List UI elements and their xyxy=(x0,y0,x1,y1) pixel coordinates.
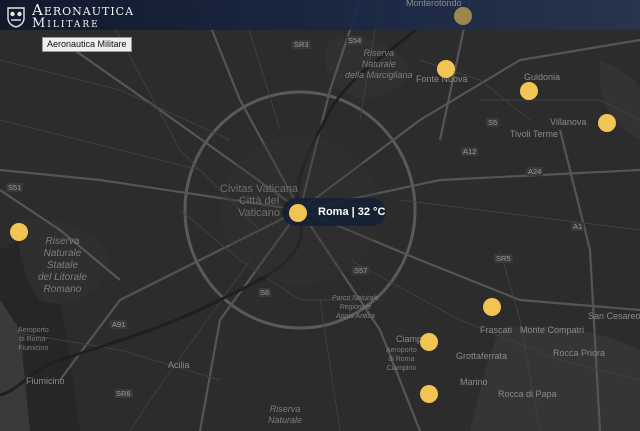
label-riserva-litorale: Riserva Naturale Statale del Litorale Ro… xyxy=(38,236,87,296)
label-monterotondo: Monterotondo xyxy=(406,0,462,8)
label-san-cesareo: San Cesareo xyxy=(588,311,640,321)
label-rocca-di-papa: Rocca di Papa xyxy=(498,389,557,399)
weather-marker-roma[interactable] xyxy=(289,204,307,222)
label-frascati: Frascati xyxy=(480,325,513,335)
road-sr5: A12 xyxy=(461,147,479,156)
label-grottaferrata: Grottaferrata xyxy=(456,351,508,361)
label-rocca-priora: Rocca Priora xyxy=(553,348,606,358)
weather-marker-frascati[interactable] xyxy=(483,298,501,316)
weather-map[interactable]: Aeronautica Militare Aeronautica Militar… xyxy=(0,0,640,431)
weather-marker-marino[interactable] xyxy=(420,385,438,403)
label-tivoli-terme: Tivoli Terme xyxy=(510,129,559,139)
road-s57: S57 xyxy=(352,266,370,275)
weather-marker-fonte-nuova[interactable] xyxy=(437,60,455,78)
crest-icon xyxy=(7,7,25,28)
label-monte-compatri: Monte Compatri xyxy=(520,325,585,335)
road-a12: A91 xyxy=(110,320,128,329)
label-aeroporto-ciampino: Aeroporto di Roma Ciampino xyxy=(386,346,417,373)
label-riserva-bottom: Riserva Naturale xyxy=(268,404,302,426)
weather-marker-ciampino[interactable] xyxy=(420,333,438,351)
label-riserva-litorale-text: Riserva Naturale Statale del Litorale Ro… xyxy=(38,236,87,295)
header-bar: Aeronautica Militare xyxy=(0,0,640,31)
road-s5: S5 xyxy=(486,118,500,127)
label-fiumicino: Fiumicino xyxy=(26,376,65,386)
weather-marker-litorale[interactable] xyxy=(10,223,28,241)
selected-city-label: Roma | 32 °C xyxy=(318,206,386,218)
road-s51: S51 xyxy=(6,183,24,192)
label-aeroporto-ciampino-text: Aeroporto di Roma Ciampino xyxy=(386,347,417,372)
road-a24: A24 xyxy=(526,167,544,176)
label-marino: Marino xyxy=(460,377,488,387)
weather-marker-guidonia[interactable] xyxy=(520,82,538,100)
road-sr6: SR5 xyxy=(494,254,513,263)
road-s54: S54 xyxy=(346,36,364,45)
logo-line-2: Militare xyxy=(32,16,100,31)
road-a1: A1 xyxy=(571,222,585,231)
label-acilia: Acilia xyxy=(168,360,190,370)
weather-marker-monterotondo[interactable] xyxy=(454,7,472,25)
label-aeroporto-fiumicino: Aeroporto di Roma- Fiumicino xyxy=(18,326,49,353)
label-villanova: Villanova xyxy=(550,117,587,127)
road-a91: S6 xyxy=(258,288,272,297)
label-guidonia: Guidonia xyxy=(524,72,561,82)
logo-tooltip: Aeronautica Militare xyxy=(42,37,132,52)
label-parco-appia-text: Parco Naturale Regionale Appia Antica xyxy=(332,295,379,320)
aeronautica-logo[interactable]: Aeronautica Militare xyxy=(6,3,134,31)
weather-marker-villanova[interactable] xyxy=(598,114,616,132)
label-riserva-bottom-text: Riserva Naturale xyxy=(268,404,303,425)
label-riserva-marcigliana-text: Riserva Naturale della Marcigliana xyxy=(345,48,413,80)
label-riserva-marcigliana: Riserva Naturale della Marcigliana xyxy=(345,48,413,81)
road-sr3: SR3 xyxy=(292,40,311,49)
label-parco-appia: Parco Naturale Regionale Appia Antica xyxy=(332,294,379,321)
road-sp8: SR6 xyxy=(114,389,133,398)
logo-line-1: Aeronautica xyxy=(32,1,135,19)
label-aeroporto-fiumicino-text: Aeroporto di Roma- Fiumicino xyxy=(18,327,49,352)
